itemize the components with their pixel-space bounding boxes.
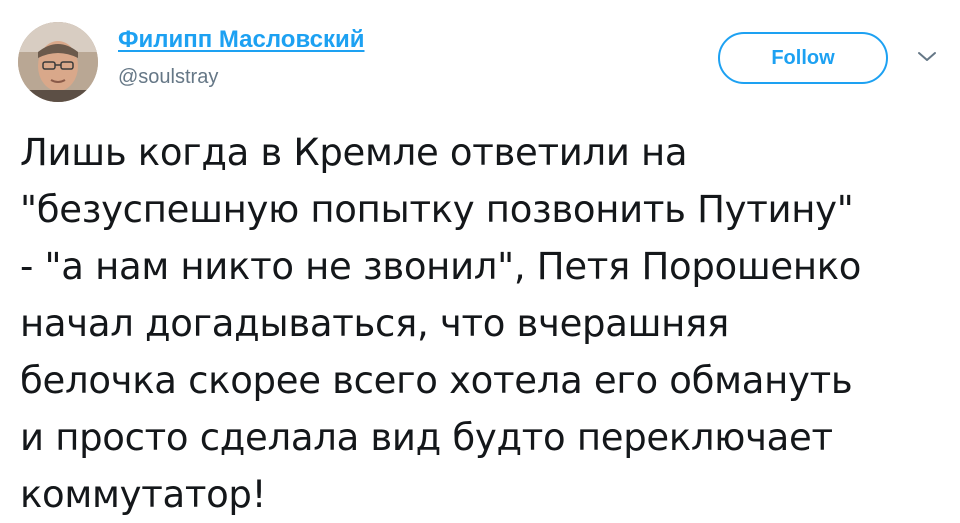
tweet-text-line: белочка скорее всего хотела его обмануть (20, 359, 853, 402)
chevron-down-icon[interactable] (914, 48, 940, 66)
tweet-text-line: Лишь когда в Кремле ответили на (20, 131, 688, 174)
tweet-text-line: начал догадываться, что вчерашняя (20, 302, 729, 345)
author-handle[interactable]: @soulstray (118, 66, 218, 89)
tweet-text: Лишь когда в Кремле ответили на "безуспеш… (20, 124, 950, 523)
tweet-text-line: и просто сделала вид будто переключает (20, 416, 833, 459)
author-avatar[interactable] (18, 22, 98, 102)
tweet-text-line: - "а нам никто не звонил", Петя Порошенк… (20, 245, 862, 288)
tweet-text-line: коммутатор! (20, 473, 267, 516)
tweet-text-line: "безуспешную попытку позвонить Путину" (20, 188, 854, 231)
tweet-card: Филипп Масловский @soulstray Follow Лишь… (0, 0, 960, 516)
author-name[interactable]: Филипп Масловский (118, 26, 365, 54)
follow-button[interactable]: Follow (718, 32, 888, 84)
avatar-photo-icon (18, 22, 98, 102)
